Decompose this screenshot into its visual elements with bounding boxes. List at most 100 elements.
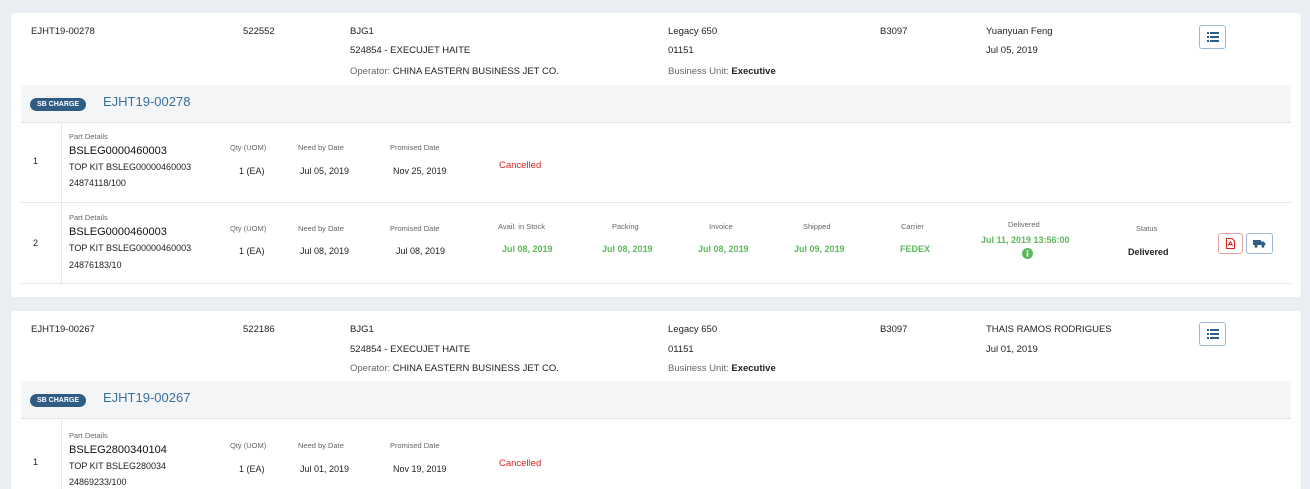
invoice-label: Invoice — [709, 222, 733, 231]
po-number: 24874118/100 — [69, 178, 126, 188]
stock-date: Jul 08, 2019 — [502, 244, 553, 254]
promised-label: Promised Date — [390, 224, 440, 233]
part-details-label: Part Details — [69, 213, 108, 222]
qty-value: 1 (EA) — [239, 464, 265, 474]
po-number: 24876183/10 — [69, 260, 122, 270]
business-unit-label: Business Unit: — [668, 363, 729, 374]
charge-title[interactable]: EJHT19-00278 — [103, 94, 190, 109]
delivered-label: Delivered — [1008, 220, 1040, 229]
order-number: EJHT19-00267 — [31, 324, 95, 335]
part-details-label: Part Details — [69, 431, 108, 440]
need-by-label: Need by Date — [298, 441, 344, 450]
reference-number: 522186 — [243, 324, 275, 335]
qty-label: Qty (UOM) — [230, 143, 267, 152]
need-by-date: Jul 05, 2019 — [300, 166, 350, 176]
line-item: 1 Part Details BSLEG0000460003 TOP KIT B… — [21, 123, 1291, 203]
truck-icon — [1253, 240, 1266, 248]
requester-name: Yuanyuan Feng — [986, 26, 1053, 37]
operator-value: CHINA EASTERN BUSINESS JET CO. — [392, 66, 559, 77]
list-icon — [1206, 32, 1219, 42]
order-card: EJHT19-00278 522552 BJG1 524854 - EXECUJ… — [11, 13, 1301, 297]
invoice-date: Jul 08, 2019 — [698, 244, 749, 254]
charge-badge: SB CHARGE — [30, 98, 87, 111]
station: BJG1 — [350, 26, 374, 37]
part-description: TOP KIT BSLEG00000460003 — [69, 162, 192, 172]
order-date: Jul 01, 2019 — [986, 344, 1038, 355]
need-by-label: Need by Date — [298, 224, 344, 233]
reference-number: 522552 — [243, 26, 275, 37]
business-unit: Business Unit: Executive — [668, 66, 776, 77]
info-icon[interactable] — [1022, 248, 1033, 259]
tail-number: B3097 — [880, 324, 908, 335]
packing-label: Packing — [612, 222, 639, 231]
pdf-icon — [1226, 238, 1235, 249]
business-unit: Business Unit: Executive — [668, 363, 776, 374]
tracking-button[interactable] — [1246, 233, 1273, 254]
operator: Operator: CHINA EASTERN BUSINESS JET CO. — [350, 66, 559, 77]
promised-label: Promised Date — [390, 441, 440, 450]
line-divider — [61, 420, 62, 489]
line-divider — [61, 203, 62, 283]
charge-badge: SB CHARGE — [30, 394, 87, 407]
delivered-datetime: Jul 11, 2019 13:56:00 — [981, 235, 1070, 245]
need-by-date: Jul 01, 2019 — [300, 464, 350, 474]
customer: 524854 - EXECUJET HAITE — [350, 344, 471, 355]
part-number: BSLEG2800340104 — [69, 444, 167, 456]
charge-title[interactable]: EJHT19-00267 — [103, 390, 190, 405]
status-cancelled: Cancelled — [499, 160, 542, 171]
line-item: 2 Part Details BSLEG0000460003 TOP KIT B… — [21, 203, 1291, 284]
shipped-date: Jul 09, 2019 — [794, 244, 845, 254]
operator-label: Operator: — [350, 66, 391, 77]
business-unit-value: Executive — [731, 66, 776, 77]
need-by-date: Jul 08, 2019 — [300, 246, 350, 256]
promised-date: Jul 08, 2019 — [396, 246, 446, 256]
business-unit-value: Executive — [731, 363, 776, 374]
packing-date: Jul 08, 2019 — [602, 244, 653, 254]
charge-header: SB CHARGE EJHT19-00278 — [21, 85, 1291, 123]
operator: Operator: CHINA EASTERN BUSINESS JET CO. — [350, 363, 559, 374]
qty-value: 1 (EA) — [239, 246, 265, 256]
aircraft-model: Legacy 650 — [668, 26, 718, 37]
status-delivered: Delivered — [1128, 247, 1169, 257]
status-label: Status — [1136, 224, 1158, 233]
carrier-name: FEDEX — [900, 244, 931, 254]
promised-date: Nov 19, 2019 — [393, 464, 447, 474]
po-number: 24869233/100 — [69, 477, 127, 487]
operator-label: Operator: — [350, 363, 391, 374]
business-unit-label: Business Unit: — [668, 66, 729, 77]
details-list-button[interactable] — [1199, 25, 1226, 49]
charge-header: SB CHARGE EJHT19-00267 — [21, 381, 1291, 419]
aircraft-serial: 01151 — [668, 45, 694, 56]
details-list-button[interactable] — [1199, 322, 1226, 346]
promised-date: Nov 25, 2019 — [393, 166, 447, 176]
part-description: TOP KIT BSLEG280034 — [69, 461, 167, 471]
requester-name: THAIS RAMOS RODRIGUES — [986, 324, 1112, 335]
line-number: 1 — [33, 457, 39, 467]
shipped-label: Shipped — [803, 222, 831, 231]
part-details-label: Part Details — [69, 132, 108, 141]
line-number: 1 — [33, 156, 39, 166]
pdf-button[interactable] — [1218, 233, 1243, 254]
qty-label: Qty (UOM) — [230, 224, 267, 233]
part-number: BSLEG0000460003 — [69, 226, 167, 238]
station: BJG1 — [350, 324, 374, 335]
promised-label: Promised Date — [390, 143, 440, 152]
line-item: 1 Part Details BSLEG2800340104 TOP KIT B… — [21, 420, 1291, 489]
qty-label: Qty (UOM) — [230, 441, 267, 450]
aircraft-serial: 01151 — [668, 344, 694, 355]
order-card: EJHT19-00267 522186 BJG1 524854 - EXECUJ… — [11, 311, 1301, 489]
line-number: 2 — [33, 238, 39, 248]
part-number: BSLEG0000460003 — [69, 145, 167, 157]
list-icon — [1206, 329, 1219, 339]
need-by-label: Need by Date — [298, 143, 344, 152]
customer: 524854 - EXECUJET HAITE — [350, 45, 471, 56]
carrier-label: Carrier — [901, 222, 924, 231]
part-description: TOP KIT BSLEG00000460003 — [69, 243, 192, 253]
order-date: Jul 05, 2019 — [986, 45, 1038, 56]
tail-number: B3097 — [880, 26, 908, 37]
stock-label: Avail. in Stock — [498, 222, 545, 231]
status-cancelled: Cancelled — [499, 458, 542, 469]
aircraft-model: Legacy 650 — [668, 324, 718, 335]
operator-value: CHINA EASTERN BUSINESS JET CO. — [392, 363, 559, 374]
order-number: EJHT19-00278 — [31, 26, 95, 37]
